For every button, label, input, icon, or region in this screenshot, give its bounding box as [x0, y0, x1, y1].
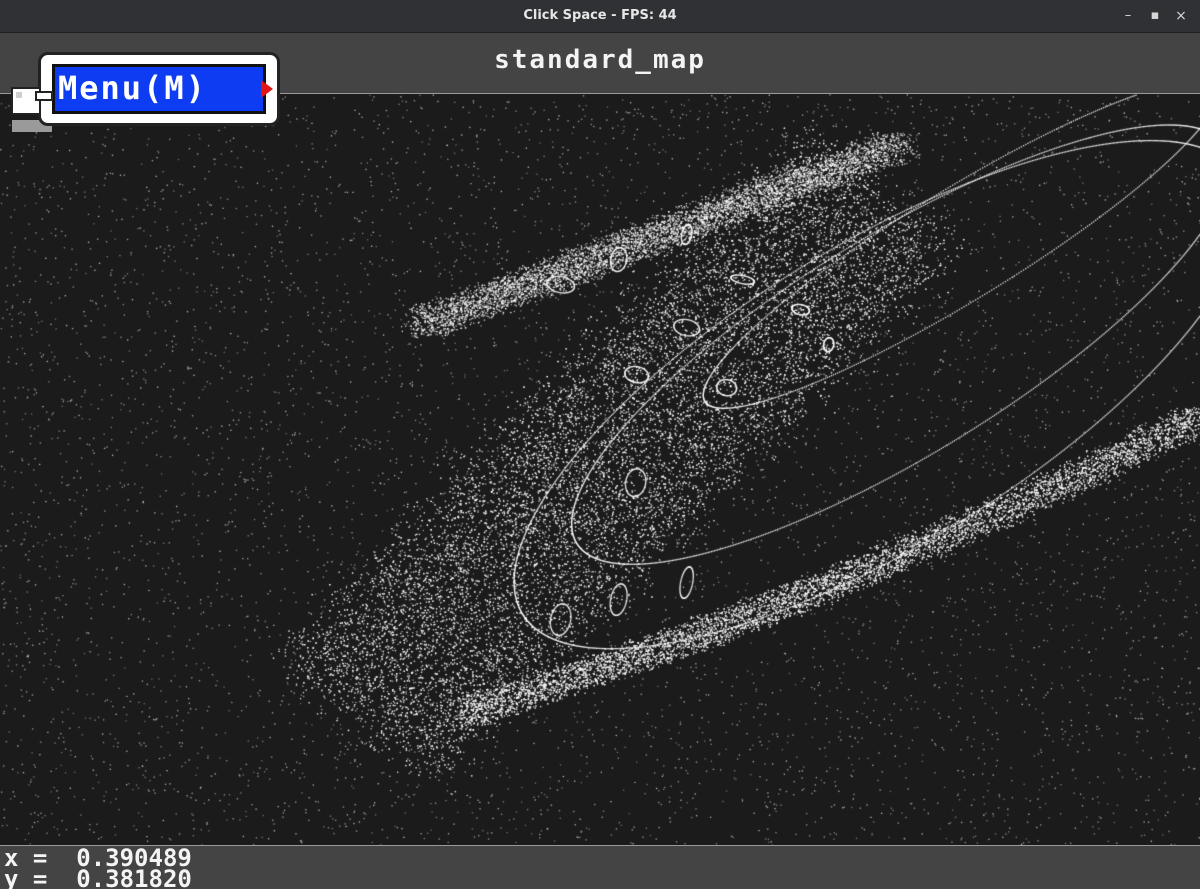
- menu-button[interactable]: Menu(M): [6, 50, 280, 132]
- close-icon[interactable]: ×: [1171, 6, 1191, 26]
- maximize-icon[interactable]: ▪: [1145, 6, 1165, 26]
- menu-arrow-icon: [261, 80, 273, 98]
- minimize-icon[interactable]: –: [1118, 6, 1138, 26]
- pointing-hand-icon: [11, 87, 53, 115]
- app-window: Click Space - FPS: 44 – ▪ × standard_map…: [0, 0, 1200, 889]
- menu-label: Menu(M): [58, 69, 207, 107]
- phase-space-plot[interactable]: [0, 94, 1200, 845]
- coordinate-readout: x = 0.390489 y = 0.381820: [0, 845, 1200, 889]
- window-title: Click Space - FPS: 44: [523, 8, 677, 23]
- title-bar: Click Space - FPS: 44 – ▪ ×: [0, 0, 1200, 33]
- phase-space-canvas[interactable]: [0, 94, 1200, 845]
- y-coordinate: y = 0.381820: [4, 865, 192, 889]
